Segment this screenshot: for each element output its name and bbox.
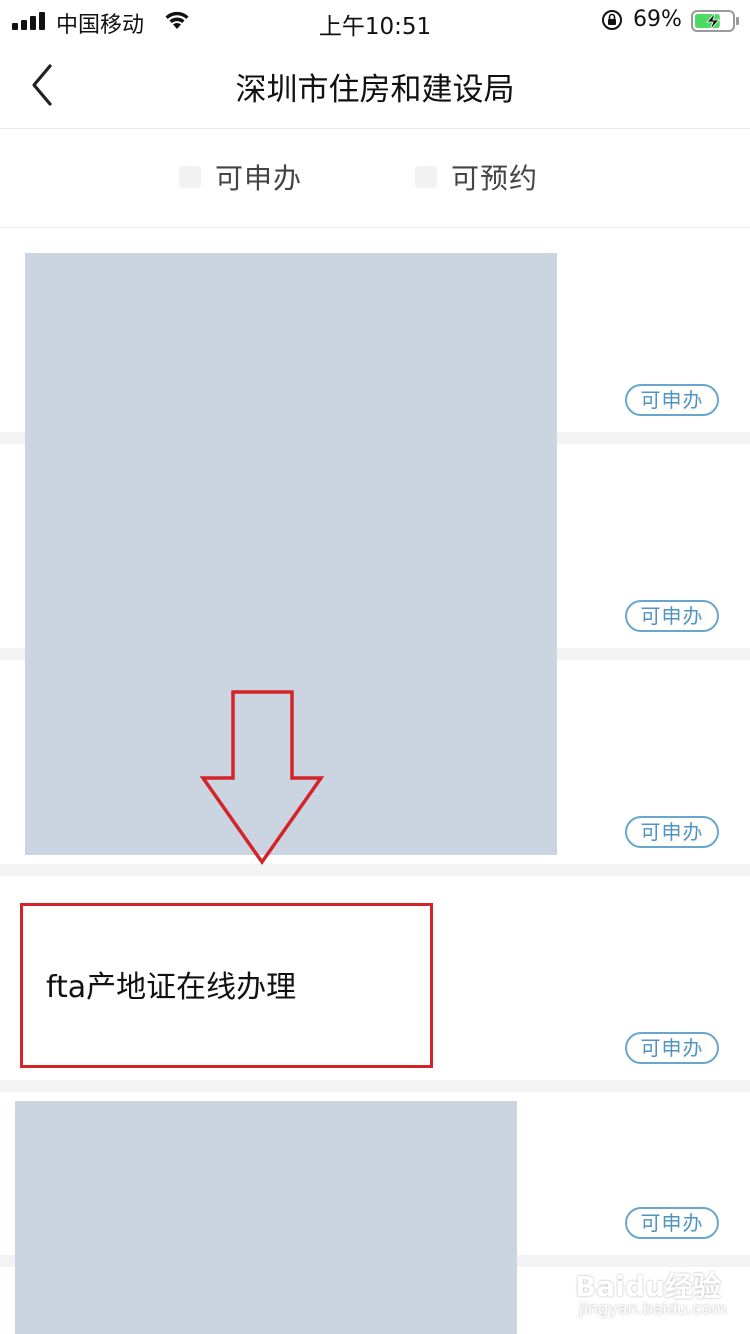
status-bar: 中国移动 上午10:51 69% xyxy=(0,0,750,42)
filter-label: 可申办 xyxy=(215,162,303,195)
filter-can-apply[interactable]: 可申办 xyxy=(179,159,302,195)
redacted-area xyxy=(15,1101,517,1334)
status-badge: 可申办 xyxy=(625,816,719,848)
filter-can-book[interactable]: 可预约 xyxy=(415,159,538,195)
checkbox-can-book[interactable] xyxy=(415,166,437,188)
status-badge: 可申办 xyxy=(625,600,719,632)
divider xyxy=(0,1080,750,1092)
divider xyxy=(0,864,750,876)
annotation-highlight-box xyxy=(20,903,433,1068)
annotation-arrow-icon xyxy=(200,690,324,866)
page-title: 深圳市住房和建设局 xyxy=(235,72,515,108)
status-badge: 可申办 xyxy=(625,384,719,416)
battery-charging-icon xyxy=(691,10,739,32)
watermark-url: jingyan.baidu.com xyxy=(579,1299,727,1318)
battery-percent: 69% xyxy=(633,7,682,32)
status-badge: 可申办 xyxy=(625,1032,719,1064)
orientation-lock-icon xyxy=(602,10,622,30)
checkbox-can-apply[interactable] xyxy=(179,166,201,188)
baidu-watermark: Baidu经验 jingyan.baidu.com xyxy=(575,1265,735,1325)
status-badge: 可申办 xyxy=(625,1207,719,1239)
filter-label: 可预约 xyxy=(451,162,539,195)
nav-bar: 深圳市住房和建设局 xyxy=(0,42,750,129)
filter-bar: 可申办 可预约 xyxy=(0,129,750,228)
